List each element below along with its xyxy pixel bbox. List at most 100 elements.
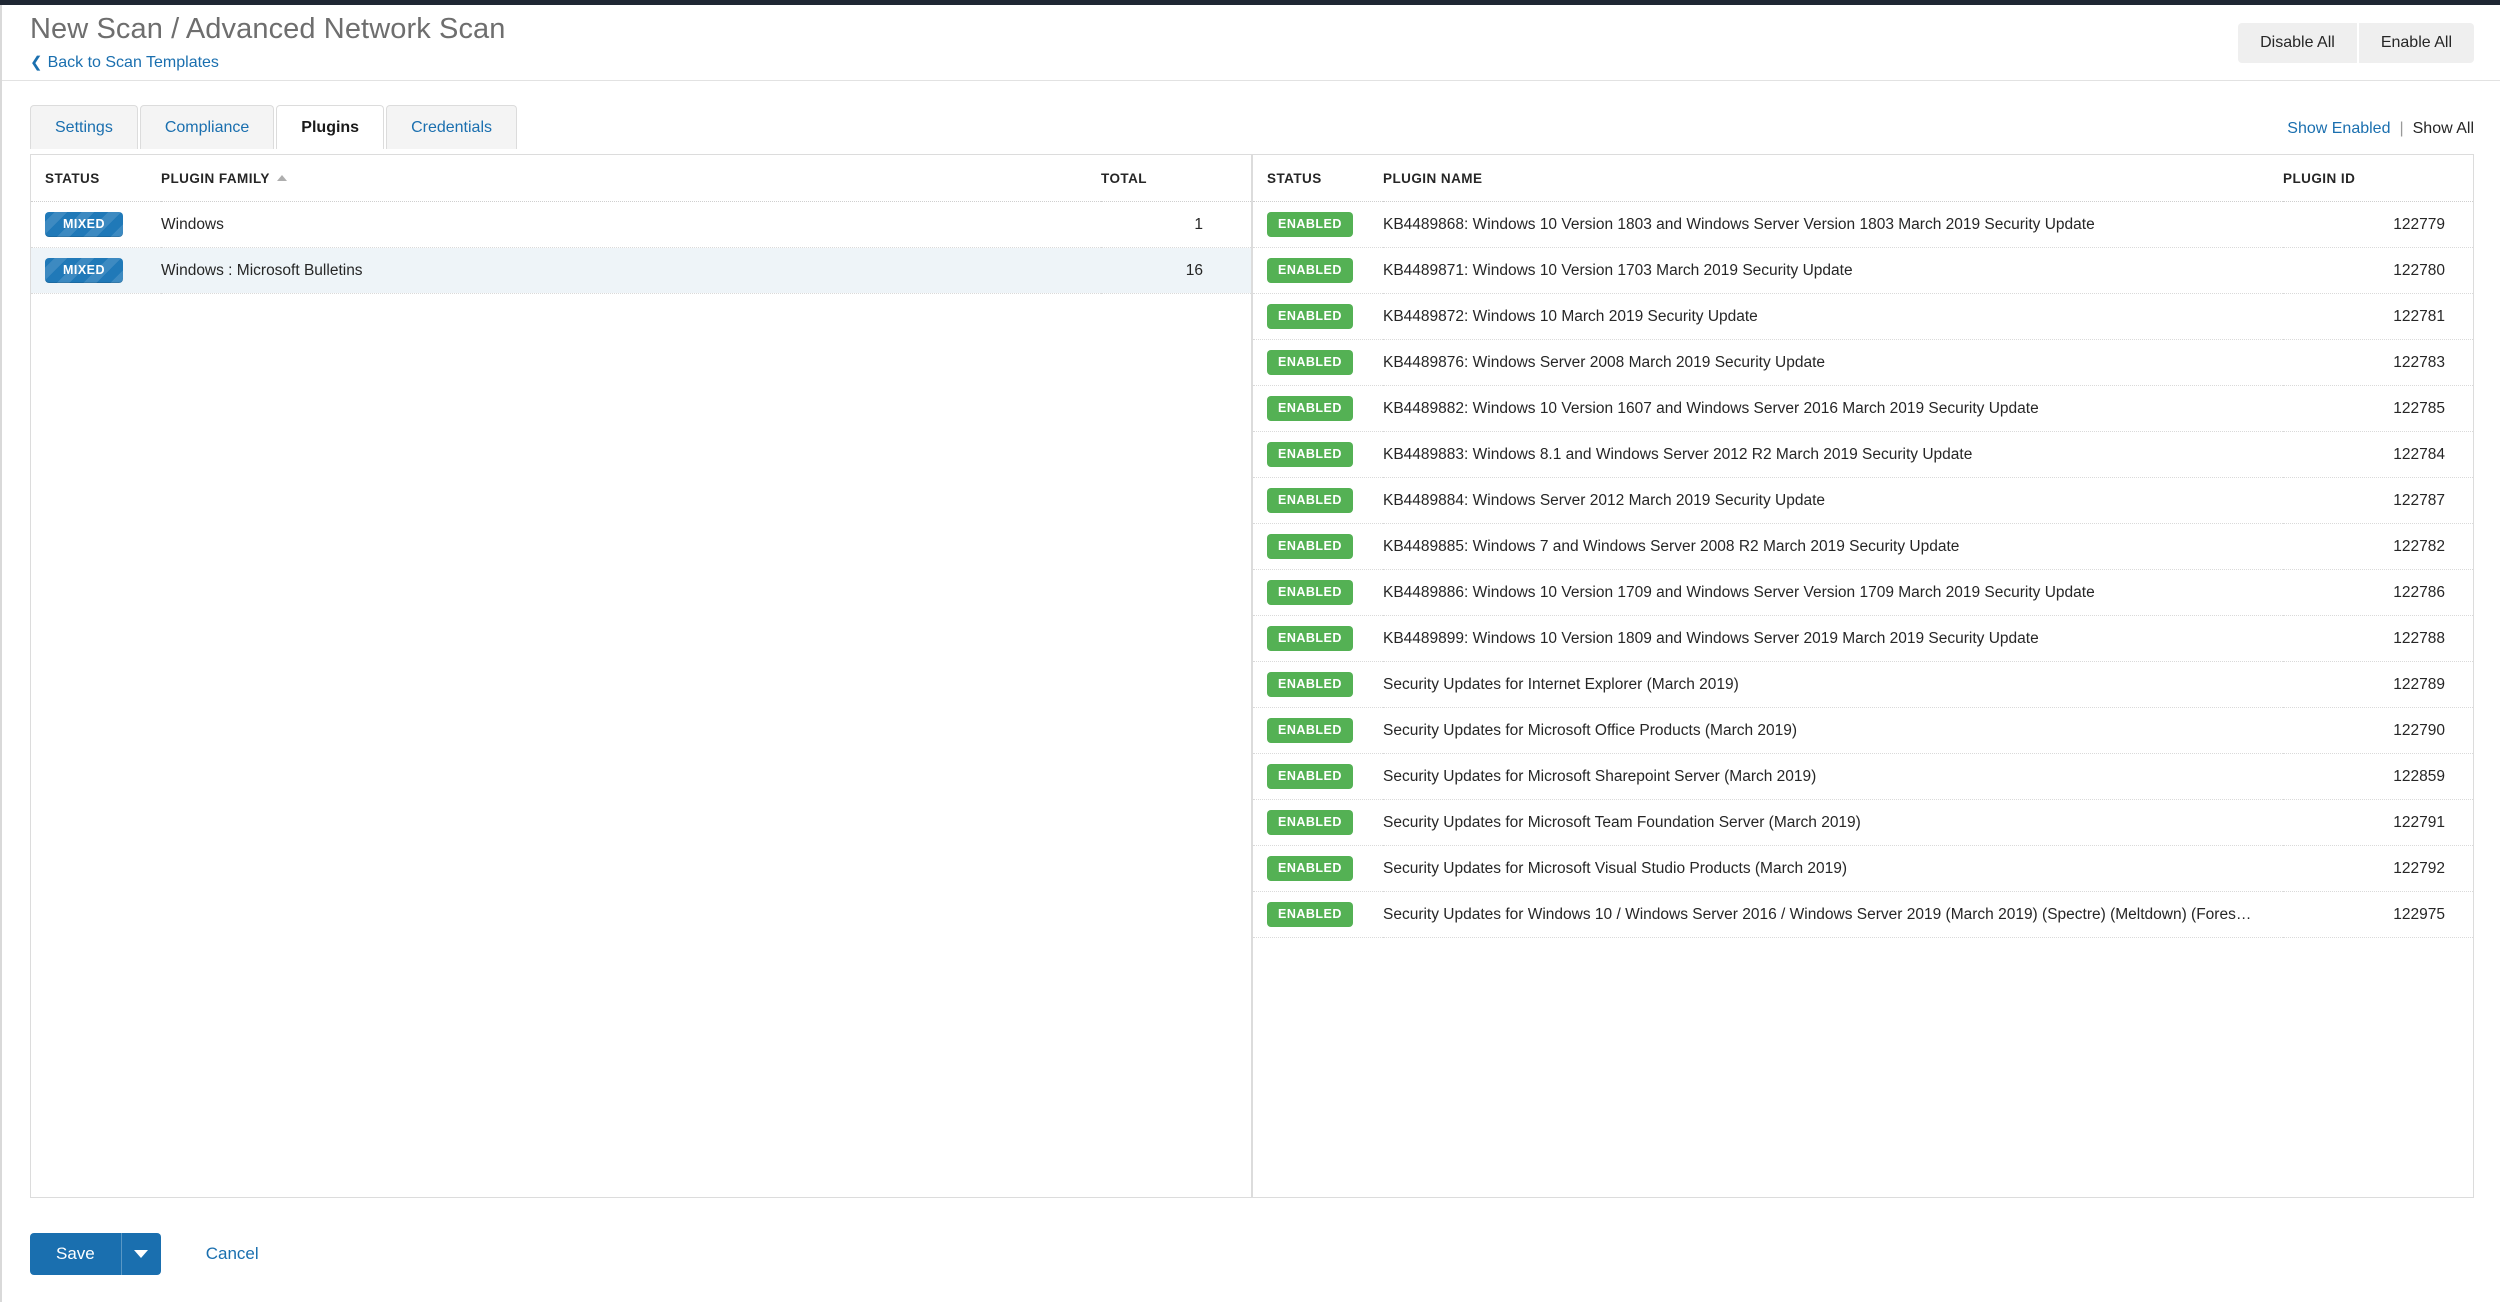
plugin-name-cell: KB4489882: Windows 10 Version 1607 and W… bbox=[1383, 385, 2283, 432]
plugin-status-cell: ENABLED bbox=[1253, 891, 1383, 938]
plugins-table: STATUS PLUGIN NAME PLUGIN ID ENABLED KB44… bbox=[1253, 155, 2473, 938]
enable-all-button[interactable]: Enable All bbox=[2358, 23, 2474, 63]
chevron-left-icon: ❮ bbox=[30, 53, 43, 71]
plugin-status-cell: ENABLED bbox=[1253, 799, 1383, 846]
plugin-name-cell: KB4489885: Windows 7 and Windows Server … bbox=[1383, 523, 2283, 570]
column-header-total[interactable]: TOTAL bbox=[1101, 155, 1251, 202]
form-footer: Save Cancel bbox=[2, 1233, 2500, 1275]
plugin-status-cell: ENABLED bbox=[1253, 431, 1383, 478]
plugin-status-cell: ENABLED bbox=[1253, 339, 1383, 386]
family-total-cell: 1 bbox=[1101, 201, 1251, 248]
status-badge: ENABLED bbox=[1267, 257, 1353, 284]
plugin-id-cell: 122786 bbox=[2283, 569, 2473, 616]
plugin-name-cell: KB4489884: Windows Server 2012 March 201… bbox=[1383, 477, 2283, 524]
tab-settings[interactable]: Settings bbox=[30, 105, 138, 149]
plugin-id-cell: 122783 bbox=[2283, 339, 2473, 386]
plugin-id-cell: 122859 bbox=[2283, 753, 2473, 800]
plugin-status-cell: ENABLED bbox=[1253, 661, 1383, 708]
table-row[interactable]: ENABLED KB4489885: Windows 7 and Windows … bbox=[1253, 523, 2473, 570]
column-header-plugin-id[interactable]: PLUGIN ID bbox=[2283, 155, 2473, 202]
plugin-name-cell: Security Updates for Microsoft Office Pr… bbox=[1383, 707, 2283, 754]
family-name-cell: Windows : Microsoft Bulletins bbox=[161, 247, 1101, 294]
status-badge: ENABLED bbox=[1267, 855, 1353, 882]
plugin-id-cell: 122785 bbox=[2283, 385, 2473, 432]
tab-compliance[interactable]: Compliance bbox=[139, 105, 275, 149]
family-status-cell: MIXED bbox=[31, 247, 161, 294]
plugin-id-cell: 122782 bbox=[2283, 523, 2473, 570]
column-header-status[interactable]: STATUS bbox=[31, 155, 161, 202]
disable-all-button[interactable]: Disable All bbox=[2238, 23, 2359, 63]
status-badge: ENABLED bbox=[1267, 809, 1353, 836]
family-total-cell: 16 bbox=[1101, 247, 1251, 294]
table-row[interactable]: ENABLED KB4489883: Windows 8.1 and Window… bbox=[1253, 431, 2473, 478]
status-badge: MIXED bbox=[45, 211, 123, 238]
table-row[interactable]: ENABLED Security Updates for Microsoft Sh… bbox=[1253, 753, 2473, 800]
plugin-name-cell: KB4489899: Windows 10 Version 1809 and W… bbox=[1383, 615, 2283, 662]
app-frame: New Scan / Advanced Network Scan ❮ Back … bbox=[0, 5, 2500, 1302]
back-link-label: Back to Scan Templates bbox=[47, 54, 219, 71]
save-dropdown-toggle[interactable] bbox=[120, 1233, 161, 1275]
plugin-name-cell: Security Updates for Internet Explorer (… bbox=[1383, 661, 2283, 708]
column-header-plugin-family[interactable]: PLUGIN FAMILY bbox=[161, 155, 1101, 202]
table-row[interactable]: MIXED Windows 1 bbox=[31, 201, 1251, 248]
status-badge: ENABLED bbox=[1267, 395, 1353, 422]
table-row[interactable]: ENABLED Security Updates for Microsoft Te… bbox=[1253, 799, 2473, 846]
table-row[interactable]: ENABLED Security Updates for Windows 10 /… bbox=[1253, 891, 2473, 938]
column-header-plugin-name[interactable]: PLUGIN NAME bbox=[1383, 155, 2283, 202]
plugin-status-cell: ENABLED bbox=[1253, 201, 1383, 248]
plugin-name-cell: KB4489871: Windows 10 Version 1703 March… bbox=[1383, 247, 2283, 294]
table-row[interactable]: ENABLED KB4489872: Windows 10 March 2019 … bbox=[1253, 293, 2473, 340]
tab-bar: Settings Compliance Plugins Credentials … bbox=[2, 101, 2500, 149]
family-name-cell: Windows bbox=[161, 201, 1101, 248]
plugin-id-cell: 122789 bbox=[2283, 661, 2473, 708]
plugin-name-cell: Security Updates for Microsoft Sharepoin… bbox=[1383, 753, 2283, 800]
plugin-status-cell: ENABLED bbox=[1253, 615, 1383, 662]
plugin-status-cell: ENABLED bbox=[1253, 569, 1383, 616]
tab-plugins[interactable]: Plugins bbox=[276, 105, 385, 149]
plugin-status-cell: ENABLED bbox=[1253, 247, 1383, 294]
column-header-status[interactable]: STATUS bbox=[1253, 155, 1383, 202]
show-enabled-link[interactable]: Show Enabled bbox=[2287, 120, 2390, 138]
status-badge: ENABLED bbox=[1267, 487, 1353, 514]
plugin-status-cell: ENABLED bbox=[1253, 477, 1383, 524]
save-button[interactable]: Save bbox=[30, 1233, 121, 1275]
plugins-panel: STATUS PLUGIN FAMILY TOTAL MIXED Windows… bbox=[30, 154, 2474, 1198]
table-row[interactable]: ENABLED Security Updates for Internet Exp… bbox=[1253, 661, 2473, 708]
plugins-list-pane: STATUS PLUGIN NAME PLUGIN ID ENABLED KB44… bbox=[1253, 155, 2473, 1197]
table-row[interactable]: ENABLED KB4489876: Windows Server 2008 Ma… bbox=[1253, 339, 2473, 386]
plugin-name-cell: Security Updates for Microsoft Visual St… bbox=[1383, 845, 2283, 892]
table-row[interactable]: ENABLED KB4489868: Windows 10 Version 180… bbox=[1253, 201, 2473, 248]
status-badge: ENABLED bbox=[1267, 349, 1353, 376]
plugin-id-cell: 122791 bbox=[2283, 799, 2473, 846]
table-row[interactable]: ENABLED KB4489882: Windows 10 Version 160… bbox=[1253, 385, 2473, 432]
status-badge: ENABLED bbox=[1267, 625, 1353, 652]
table-row[interactable]: ENABLED KB4489899: Windows 10 Version 180… bbox=[1253, 615, 2473, 662]
cancel-link[interactable]: Cancel bbox=[206, 1244, 259, 1264]
table-row[interactable]: MIXED Windows : Microsoft Bulletins 16 bbox=[31, 247, 1251, 294]
status-badge: ENABLED bbox=[1267, 901, 1353, 928]
table-row[interactable]: ENABLED KB4489884: Windows Server 2012 Ma… bbox=[1253, 477, 2473, 524]
plugin-name-cell: KB4489883: Windows 8.1 and Windows Serve… bbox=[1383, 431, 2283, 478]
show-all-link[interactable]: Show All bbox=[2413, 120, 2474, 138]
plugin-filter-links: Show Enabled | Show All bbox=[2287, 120, 2474, 138]
status-badge: ENABLED bbox=[1267, 533, 1353, 560]
back-to-scan-templates-link[interactable]: ❮ Back to Scan Templates bbox=[30, 54, 219, 72]
sort-ascending-icon bbox=[276, 175, 287, 181]
status-badge: MIXED bbox=[45, 257, 123, 284]
table-row[interactable]: ENABLED Security Updates for Microsoft Of… bbox=[1253, 707, 2473, 754]
plugin-id-cell: 122792 bbox=[2283, 845, 2473, 892]
plugin-status-cell: ENABLED bbox=[1253, 845, 1383, 892]
plugin-status-cell: ENABLED bbox=[1253, 385, 1383, 432]
plugin-id-cell: 122781 bbox=[2283, 293, 2473, 340]
status-badge: ENABLED bbox=[1267, 211, 1353, 238]
table-row[interactable]: ENABLED KB4489886: Windows 10 Version 170… bbox=[1253, 569, 2473, 616]
plugin-id-cell: 122975 bbox=[2283, 891, 2473, 938]
status-badge: ENABLED bbox=[1267, 717, 1353, 744]
tab-credentials[interactable]: Credentials bbox=[386, 105, 518, 149]
table-row[interactable]: ENABLED KB4489871: Windows 10 Version 170… bbox=[1253, 247, 2473, 294]
caret-down-icon bbox=[134, 1250, 149, 1258]
plugin-name-cell: KB4489886: Windows 10 Version 1709 and W… bbox=[1383, 569, 2283, 616]
plugin-id-cell: 122780 bbox=[2283, 247, 2473, 294]
status-badge: ENABLED bbox=[1267, 763, 1353, 790]
table-row[interactable]: ENABLED Security Updates for Microsoft Vi… bbox=[1253, 845, 2473, 892]
